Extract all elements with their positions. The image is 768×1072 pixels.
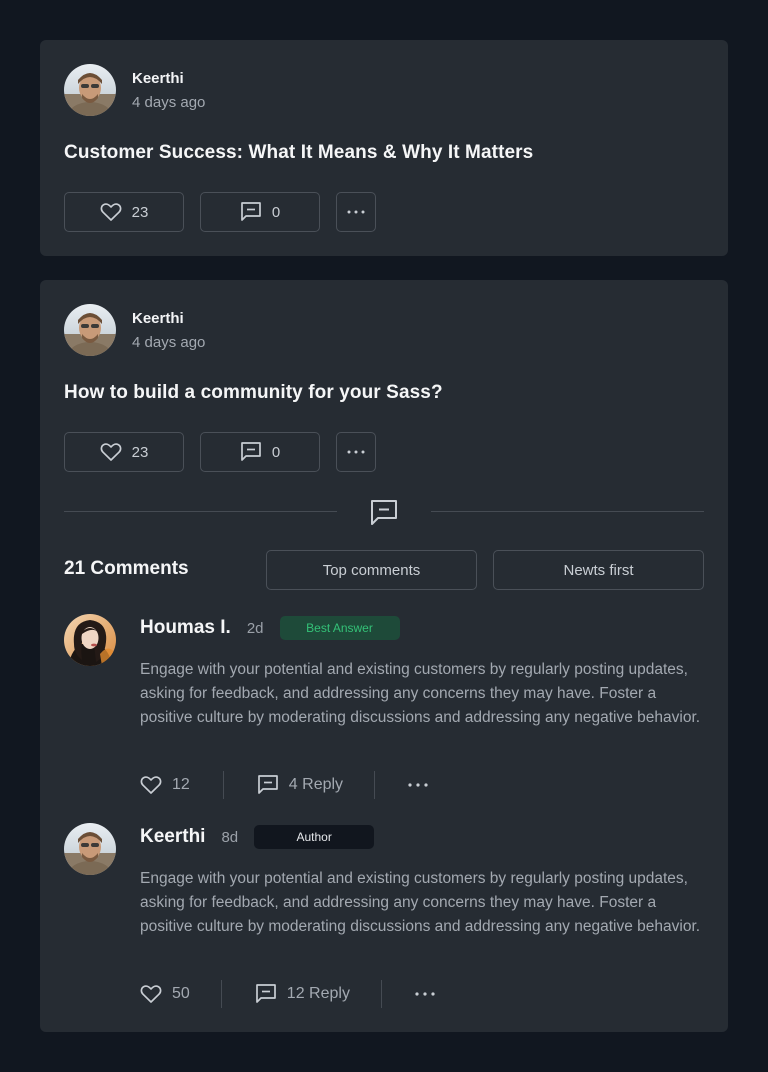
more-button[interactable]: [336, 192, 376, 232]
post-time: 4 days ago: [132, 94, 206, 111]
comment-like-button[interactable]: 12: [140, 775, 190, 795]
post-title[interactable]: Customer Success: What It Means & Why It…: [64, 142, 533, 164]
comment-icon: [255, 984, 276, 1003]
post-actions: 23 0: [64, 432, 376, 472]
comment-icon: [240, 202, 261, 221]
like-count: 23: [131, 203, 149, 221]
avatar[interactable]: [64, 64, 116, 116]
comment-icon: [257, 775, 278, 794]
post-author: Keerthi 4 days ago: [64, 64, 205, 116]
post-author: Keerthi 4 days ago: [64, 304, 205, 356]
heart-icon: [100, 203, 122, 221]
sort-top-comments-button[interactable]: Top comments: [266, 550, 477, 590]
comments-count: 21 Comments: [64, 558, 189, 579]
comment-button[interactable]: 0: [200, 432, 320, 472]
comment-actions: 50 12 Reply: [140, 978, 435, 1010]
more-dots-icon: [347, 210, 365, 214]
comment-icon: [369, 498, 399, 531]
more-dots-icon: [408, 783, 428, 787]
comment-body: Engage with your potential and existing …: [140, 870, 701, 935]
comment-like-count: 50: [172, 985, 190, 1002]
post-title[interactable]: How to build a community for your Sass?: [64, 382, 443, 404]
separator: [380, 980, 382, 1008]
sort-newest-first-button[interactable]: Newts first: [493, 550, 704, 590]
like-button[interactable]: 23: [64, 192, 184, 232]
comment-like-count: 12: [172, 776, 190, 793]
separator: [374, 771, 376, 799]
more-dots-icon: [347, 450, 365, 454]
post-card: Keerthi 4 days ago Customer Success: Wha…: [40, 40, 728, 256]
comments-header: 21 Comments Top comments Newts first: [64, 550, 704, 590]
divider-line: [64, 511, 337, 512]
post-time: 4 days ago: [132, 334, 206, 351]
author-name[interactable]: Keerthi: [132, 69, 205, 89]
comment-time: 2d: [246, 619, 264, 637]
comment-more-button[interactable]: [415, 992, 435, 996]
comment-item: Keerthi 8d Author Engage with your poten…: [64, 823, 704, 1013]
author-name[interactable]: Keerthi: [132, 309, 205, 329]
like-count: 23: [131, 443, 149, 461]
best-answer-badge: Best Answer: [279, 616, 400, 640]
post-card: Keerthi 4 days ago How to build a commun…: [40, 280, 728, 1032]
avatar[interactable]: [64, 614, 116, 666]
avatar[interactable]: [64, 304, 116, 356]
comment-body: Engage with your potential and existing …: [140, 661, 701, 726]
comment-button[interactable]: 0: [200, 192, 320, 232]
more-dots-icon: [415, 992, 435, 996]
comment-item: Houmas I. 2d Best Answer Engage with you…: [64, 614, 704, 804]
reply-count: 4 Reply: [288, 776, 344, 793]
author-badge: Author: [254, 825, 375, 849]
divider-line: [431, 511, 704, 512]
commenter-name[interactable]: Houmas I.: [140, 617, 231, 639]
reply-count: 12 Reply: [286, 985, 350, 1002]
separator: [220, 980, 222, 1008]
comment-actions: 12 4 Reply: [140, 769, 428, 801]
comment-count: 0: [271, 203, 281, 221]
heart-icon: [100, 443, 122, 461]
more-button[interactable]: [336, 432, 376, 472]
reply-button[interactable]: 12 Reply: [255, 983, 350, 1005]
reply-button[interactable]: 4 Reply: [257, 774, 343, 796]
heart-icon: [140, 985, 162, 1003]
post-actions: 23 0: [64, 192, 376, 232]
comment-time: 8d: [221, 828, 239, 846]
heart-icon: [140, 776, 162, 794]
like-button[interactable]: 23: [64, 432, 184, 472]
comments-divider: [64, 496, 704, 528]
comment-more-button[interactable]: [408, 783, 428, 787]
avatar[interactable]: [64, 823, 116, 875]
comment-count: 0: [271, 443, 281, 461]
commenter-name[interactable]: Keerthi: [140, 826, 205, 848]
comment-icon: [240, 442, 261, 461]
comment-like-button[interactable]: 50: [140, 984, 190, 1004]
separator: [222, 771, 224, 799]
